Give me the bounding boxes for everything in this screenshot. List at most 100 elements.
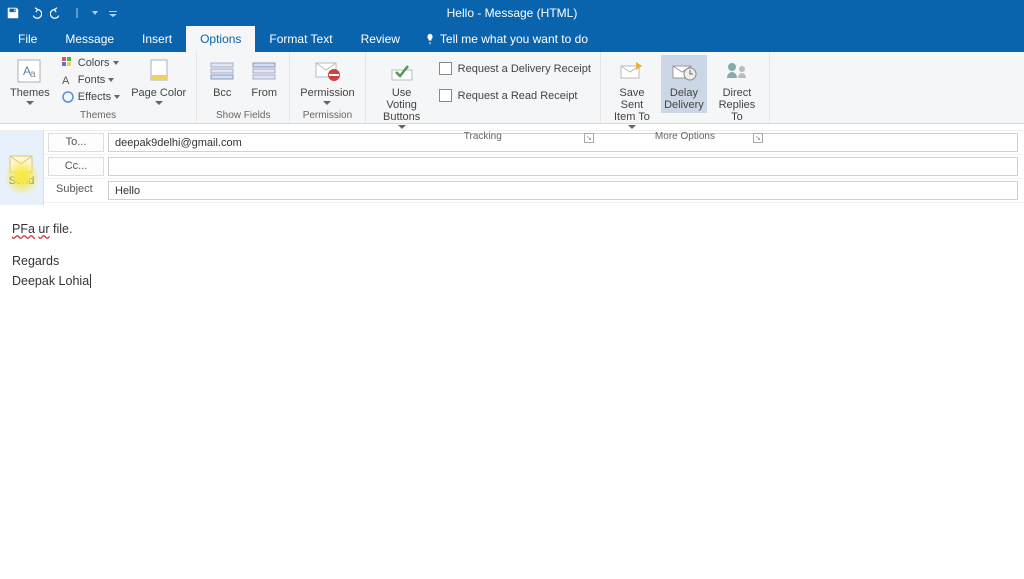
window-title: Hello - Message (HTML): [0, 6, 1024, 20]
subject-label: Subject: [48, 181, 104, 200]
lightbulb-icon: [424, 33, 436, 45]
body-text: PFa: [12, 222, 35, 236]
group-label-permission: Permission: [296, 110, 358, 123]
delay-delivery-label: Delay Delivery: [664, 87, 704, 111]
send-button[interactable]: Send: [9, 155, 35, 187]
undo-icon[interactable]: [28, 6, 42, 20]
themes-icon: Aa: [15, 57, 45, 85]
colors-button[interactable]: Colors: [58, 55, 123, 71]
effects-label: Effects: [78, 91, 111, 103]
dialog-launcher-icon[interactable]: ↘: [753, 133, 763, 143]
page-color-icon: [144, 57, 174, 85]
voting-icon: [387, 57, 417, 85]
svg-text:a: a: [30, 69, 36, 80]
voting-label: Use Voting Buttons: [376, 87, 428, 123]
page-color-button[interactable]: Page Color: [127, 55, 190, 107]
qat-customize-icon[interactable]: [108, 8, 118, 18]
title-bar: Hello - Message (HTML): [0, 0, 1024, 26]
save-sent-button[interactable]: Save Sent Item To: [607, 55, 657, 131]
voting-button[interactable]: Use Voting Buttons: [372, 55, 432, 131]
checkbox-icon: [439, 89, 452, 102]
page-color-label: Page Color: [131, 87, 186, 99]
themes-button[interactable]: Aa Themes: [6, 55, 54, 107]
direct-replies-label: Direct Replies To: [715, 87, 759, 123]
tab-insert[interactable]: Insert: [128, 26, 186, 52]
tab-format-text[interactable]: Format Text: [255, 26, 346, 52]
group-label-themes: Themes: [6, 110, 190, 123]
chevron-down-icon: [113, 61, 119, 65]
cc-input[interactable]: [108, 157, 1018, 176]
cc-button[interactable]: Cc...: [48, 157, 104, 176]
body-line-1: PFa ur file.: [12, 219, 1012, 239]
to-button[interactable]: To...: [48, 133, 104, 152]
qat-sep-icon: [72, 8, 82, 18]
group-tracking: Use Voting Buttons Request a Delivery Re…: [366, 52, 601, 123]
from-button[interactable]: From: [245, 55, 283, 101]
group-more-options: Save Sent Item To Delay Delivery Direct …: [601, 52, 770, 123]
direct-replies-icon: [722, 57, 752, 85]
group-permission: Permission Permission: [290, 52, 365, 123]
send-column: Send: [0, 131, 44, 205]
chevron-down-icon: [155, 101, 163, 105]
delivery-receipt-checkbox[interactable]: Request a Delivery Receipt: [436, 59, 594, 78]
tell-me[interactable]: Tell me what you want to do: [414, 26, 598, 52]
bcc-button[interactable]: Bcc: [203, 55, 241, 101]
delivery-receipt-label: Request a Delivery Receipt: [458, 63, 591, 75]
send-label: Send: [9, 175, 35, 187]
permission-icon: [312, 57, 342, 85]
body-text: file.: [50, 222, 73, 236]
permission-label: Permission: [300, 87, 354, 99]
ribbon: Aa Themes Colors A Fonts Effect: [0, 52, 1024, 124]
group-label-show-fields: Show Fields: [203, 110, 283, 123]
chevron-down-icon: [323, 101, 331, 105]
delay-delivery-icon: [669, 57, 699, 85]
delay-delivery-button[interactable]: Delay Delivery: [661, 55, 707, 113]
tab-message[interactable]: Message: [51, 26, 128, 52]
themes-label: Themes: [10, 87, 50, 99]
group-themes: Aa Themes Colors A Fonts Effect: [0, 52, 197, 123]
tab-options[interactable]: Options: [186, 26, 255, 52]
read-receipt-label: Request a Read Receipt: [458, 90, 578, 102]
subject-input[interactable]: [108, 181, 1018, 200]
chevron-down-icon: [108, 78, 114, 82]
message-body[interactable]: PFa ur file. Regards Deepak Lohia: [0, 205, 1024, 305]
direct-replies-button[interactable]: Direct Replies To: [711, 55, 763, 125]
down-arrow-icon[interactable]: [90, 8, 100, 18]
colors-label: Colors: [78, 57, 110, 69]
fonts-icon: A: [61, 73, 75, 87]
tab-file[interactable]: File: [4, 26, 51, 52]
effects-icon: [61, 90, 75, 104]
tell-me-label: Tell me what you want to do: [440, 32, 588, 46]
group-label-more-options: More Options ↘: [607, 131, 763, 144]
from-icon: [249, 57, 279, 85]
body-line-3: Deepak Lohia: [12, 271, 1012, 291]
bcc-label: Bcc: [213, 87, 231, 99]
permission-button[interactable]: Permission: [296, 55, 358, 107]
body-line-2: Regards: [12, 251, 1012, 271]
save-icon[interactable]: [6, 6, 20, 20]
svg-text:A: A: [62, 75, 70, 87]
chevron-down-icon: [398, 125, 406, 129]
read-receipt-checkbox[interactable]: Request a Read Receipt: [436, 86, 594, 105]
save-sent-icon: [617, 57, 647, 85]
ribbon-tabs: File Message Insert Options Format Text …: [0, 26, 1024, 52]
from-label: From: [251, 87, 277, 99]
checkbox-icon: [439, 62, 452, 75]
envelope-icon: [9, 155, 33, 173]
chevron-down-icon: [26, 101, 34, 105]
tab-review[interactable]: Review: [347, 26, 414, 52]
chevron-down-icon: [114, 95, 120, 99]
fonts-button[interactable]: A Fonts: [58, 72, 123, 88]
bcc-icon: [207, 57, 237, 85]
group-label-tracking: Tracking ↘: [372, 131, 594, 144]
redo-icon[interactable]: [50, 6, 64, 20]
colors-icon: [61, 56, 75, 70]
group-show-fields: Bcc From Show Fields: [197, 52, 290, 123]
body-text: ur: [38, 222, 49, 236]
effects-button[interactable]: Effects: [58, 89, 123, 105]
dialog-launcher-icon[interactable]: ↘: [584, 133, 594, 143]
chevron-down-icon: [628, 125, 636, 129]
quick-access-toolbar: [6, 6, 118, 20]
save-sent-label: Save Sent Item To: [611, 87, 653, 123]
fonts-label: Fonts: [78, 74, 106, 86]
